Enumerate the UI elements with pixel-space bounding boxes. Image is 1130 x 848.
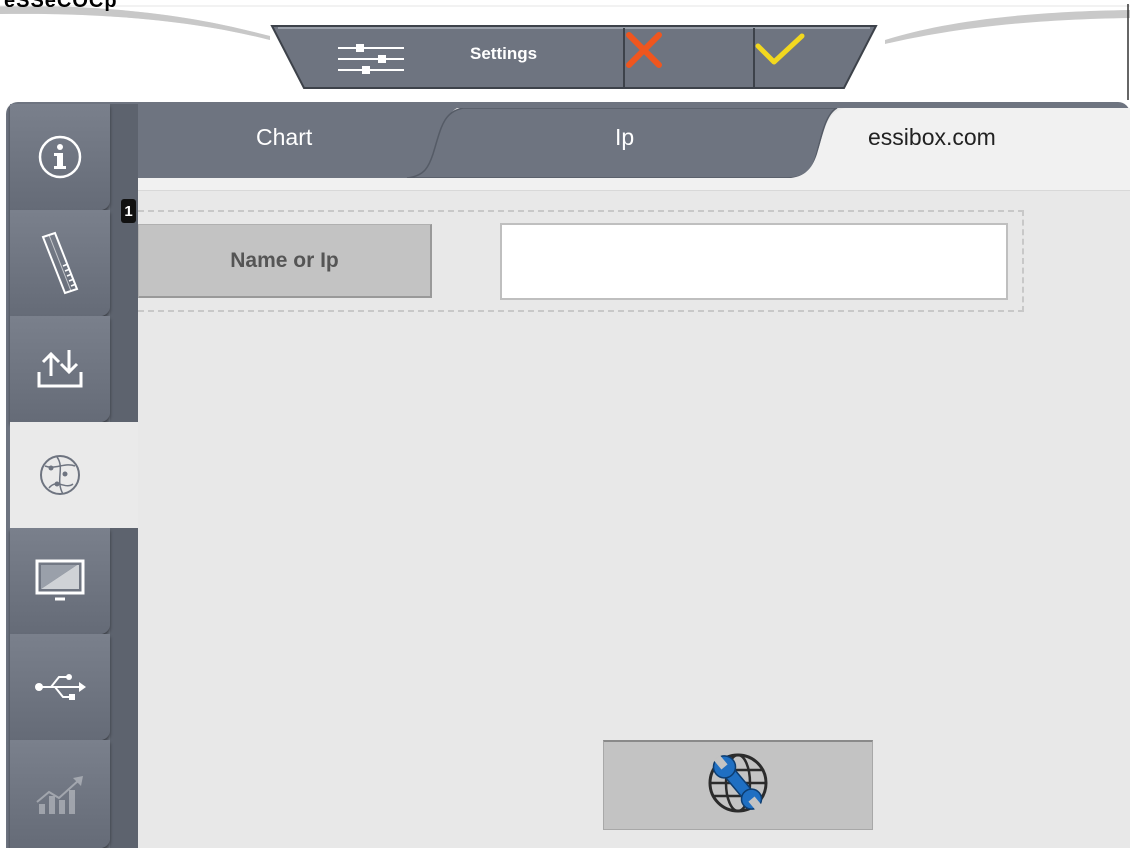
name-or-ip-button[interactable]: Name or Ip [138,224,432,298]
monitor-icon [33,557,87,605]
sidebar-item-transfer[interactable] [10,316,110,422]
name-or-ip-input[interactable] [500,223,1008,300]
cancel-button[interactable] [624,30,752,88]
sidebar-item-chart[interactable] [10,740,110,848]
top-toolbar-area: eSSeCOCp Settings [0,0,1130,100]
action-bar: Settings [264,12,892,89]
network-tool-button[interactable] [603,740,873,830]
sidebar-item-info[interactable] [10,104,110,210]
network-globe-icon [35,450,85,500]
sidebar-item-network[interactable] [10,422,138,528]
ruler-icon [35,231,85,295]
confirm-button[interactable] [754,30,882,88]
info-icon [35,132,85,182]
tab-chart[interactable]: Chart [256,124,312,151]
chart-icon [33,772,87,816]
tab-bar: Chart Ip essibox.com [137,108,1130,180]
sidebar [10,104,138,848]
globe-wrench-icon [703,748,773,823]
sidebar-item-display[interactable] [10,528,110,634]
settings-label: Settings [470,44,538,63]
tab-ip[interactable]: Ip [615,124,634,151]
upload-download-icon [35,346,85,392]
tab-underline [137,178,1130,191]
usb-icon [33,672,87,702]
tab-essibox[interactable]: essibox.com [868,124,996,151]
sidebar-item-ruler[interactable] [10,210,110,316]
settings-button[interactable]: Settings [322,30,622,88]
sidebar-item-usb[interactable] [10,634,110,740]
row-number-badge: 1 [121,199,136,223]
header-cut-text: eSSeCOCp [4,0,118,12]
